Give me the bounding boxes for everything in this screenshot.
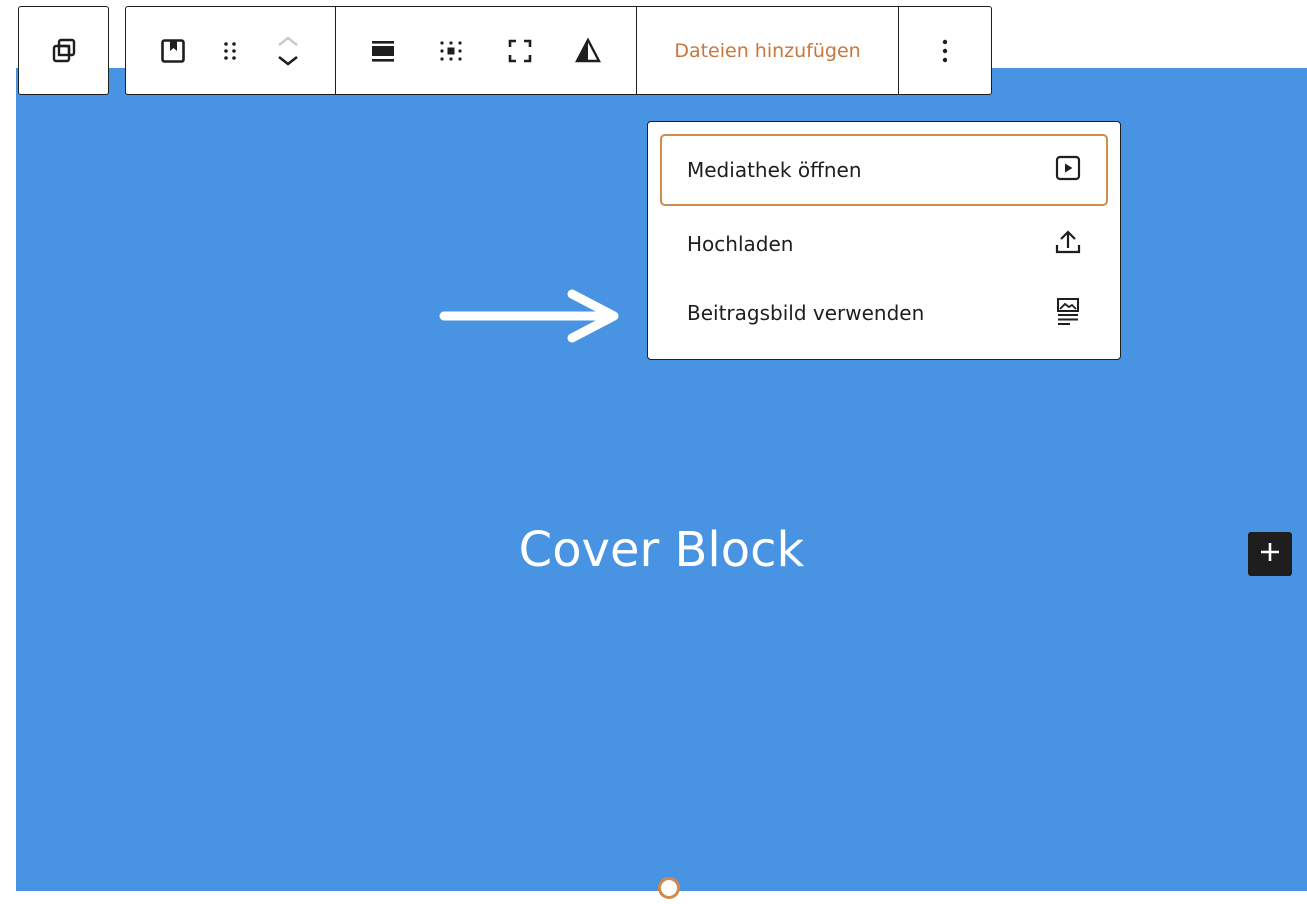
move-down-icon[interactable] <box>276 55 300 67</box>
menu-item-label: Hochladen <box>687 232 794 256</box>
full-height-icon <box>507 38 533 64</box>
menu-item-label: Beitragsbild verwenden <box>687 301 925 325</box>
content-position-icon <box>438 38 464 64</box>
block-toolbar: Dateien hinzufügen <box>125 6 992 95</box>
block-type-button[interactable] <box>146 7 200 94</box>
contrast-icon <box>575 37 601 64</box>
media-library-icon <box>1054 154 1082 187</box>
content-position-button[interactable] <box>426 7 476 94</box>
add-files-button[interactable]: Dateien hinzufügen <box>637 7 898 94</box>
more-options-icon <box>942 38 948 64</box>
plus-icon <box>1259 541 1281 568</box>
menu-item-upload[interactable]: Hochladen <box>660 208 1108 280</box>
align-icon <box>370 38 396 64</box>
drag-handle-icon <box>222 40 238 62</box>
full-height-button[interactable] <box>495 7 545 94</box>
contrast-button[interactable] <box>563 7 613 94</box>
resize-handle[interactable] <box>658 877 680 899</box>
duplicate-button[interactable] <box>19 7 108 94</box>
menu-item-featured-image[interactable]: Beitragsbild verwenden <box>660 277 1108 349</box>
toolbar-parent-group <box>18 6 109 95</box>
cover-title[interactable]: Cover Block <box>16 520 1307 580</box>
menu-item-label: Mediathek öffnen <box>687 158 862 182</box>
more-options-button[interactable] <box>899 7 991 94</box>
drag-handle-button[interactable] <box>212 7 248 94</box>
toolbar-separator <box>335 7 336 94</box>
cover-block-icon <box>160 38 186 64</box>
duplicate-icon <box>51 38 77 64</box>
align-button[interactable] <box>358 7 408 94</box>
move-up-icon[interactable] <box>276 35 300 47</box>
block-inserter-button[interactable] <box>1248 532 1292 576</box>
arrow-right-icon <box>438 286 624 351</box>
move-buttons <box>264 7 312 94</box>
upload-icon <box>1054 228 1082 261</box>
featured-image-icon <box>1054 297 1082 330</box>
media-dropdown-menu: Mediathek öffnen Hochladen Beitragsbild … <box>647 121 1121 360</box>
add-files-label: Dateien hinzufügen <box>674 39 861 62</box>
menu-item-media-library[interactable]: Mediathek öffnen <box>660 134 1108 206</box>
